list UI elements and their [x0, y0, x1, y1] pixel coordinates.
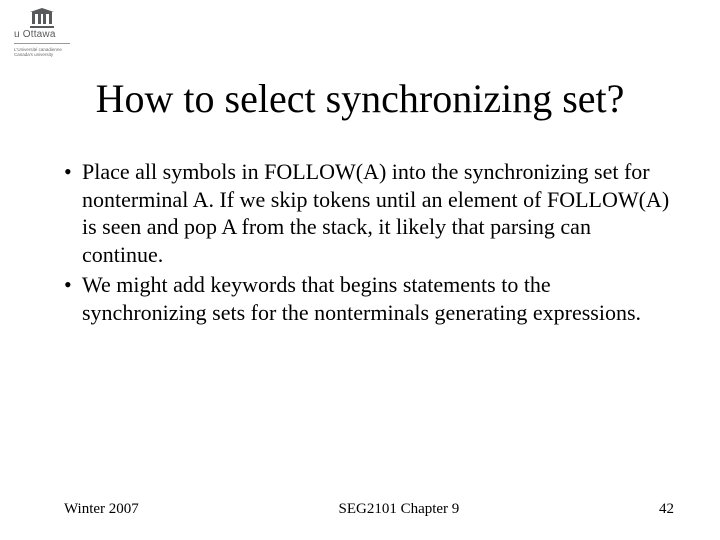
- bullet-icon: •: [64, 158, 82, 269]
- footer-center: SEG2101 Chapter 9: [338, 501, 459, 518]
- logo-subtext-2: Canada's university: [14, 52, 70, 57]
- footer-right: 42: [659, 501, 674, 518]
- university-logo: u Ottawa L'Université canadienne Canada'…: [14, 8, 70, 57]
- slide-footer: Winter 2007 SEG2101 Chapter 9 42: [64, 501, 674, 518]
- list-item: • We might add keywords that begins stat…: [64, 271, 674, 326]
- bullet-icon: •: [64, 271, 82, 326]
- bullet-text: Place all symbols in FOLLOW(A) into the …: [82, 158, 674, 269]
- logo-text: u Ottawa: [14, 29, 70, 40]
- building-icon: [30, 8, 54, 28]
- bullet-text: We might add keywords that begins statem…: [82, 271, 674, 326]
- list-item: • Place all symbols in FOLLOW(A) into th…: [64, 158, 674, 269]
- footer-left: Winter 2007: [64, 501, 139, 518]
- slide-title: How to select synchronizing set?: [0, 75, 720, 122]
- slide-body: • Place all symbols in FOLLOW(A) into th…: [64, 158, 674, 328]
